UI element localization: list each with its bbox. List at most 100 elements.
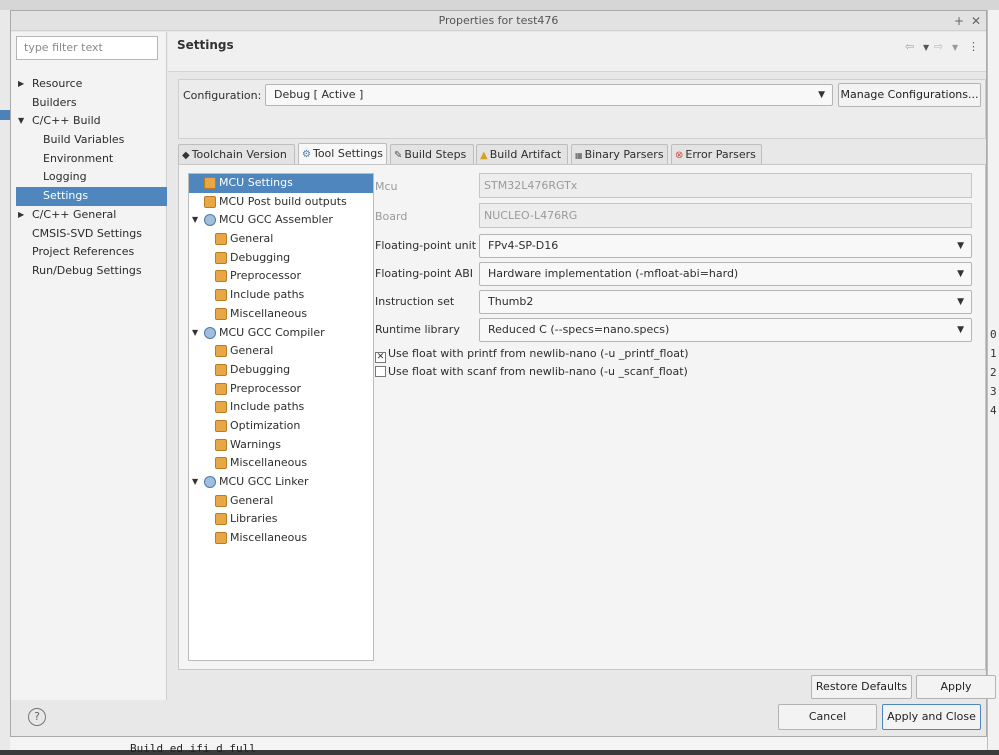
maximize-icon[interactable]: + — [954, 11, 964, 31]
tree-item[interactable]: MCU Post build outputs — [189, 193, 373, 212]
nav-item-cmsis-svd-settings[interactable]: CMSIS-SVD Settings — [11, 225, 167, 244]
back-menu-icon[interactable]: ▼ — [923, 43, 929, 52]
tab-build-artifact[interactable]: ▲ Build Artifact — [476, 144, 568, 164]
tree-item[interactable]: MCU Settings — [189, 174, 373, 193]
restore-defaults-button[interactable]: Restore Defaults — [811, 675, 912, 699]
chevron-down-icon: ▼ — [957, 325, 964, 335]
runtime-library-select[interactable]: Reduced C (--specs=nano.specs) ▼ — [479, 318, 972, 342]
scanf-float-checkbox[interactable] — [375, 366, 386, 377]
tab-binary-parsers[interactable]: ▦ Binary Parsers — [571, 144, 668, 164]
printf-float-option[interactable]: ✕ Use float with printf from newlib-nano … — [375, 347, 689, 363]
tree-item[interactable]: General — [189, 342, 373, 361]
printf-float-checkbox[interactable]: ✕ — [375, 352, 386, 363]
tree-item[interactable]: Include paths — [189, 286, 373, 305]
tree-item[interactable]: ▼ MCU GCC Assembler — [189, 211, 373, 230]
tree-item-label: Debugging — [230, 250, 291, 264]
cancel-button[interactable]: Cancel — [778, 704, 877, 730]
settings-page: Settings ⇦ ▼ ⇨ ▼ ⋮ Configuration: Debug … — [168, 32, 996, 700]
nav-item-c-c-general[interactable]: ▶ C/C++ General — [11, 206, 167, 225]
configuration-select[interactable]: Debug [ Active ] ▼ — [265, 84, 833, 106]
chevron-down-icon[interactable]: ▼ — [192, 324, 198, 343]
page-title: Settings — [177, 38, 234, 52]
forward-arrow-icon[interactable]: ⇨ — [934, 40, 943, 53]
tab-build-steps[interactable]: ✎ Build Steps — [390, 144, 474, 164]
nav-item-label: Run/Debug Settings — [32, 263, 142, 277]
float-abi-select[interactable]: Hardware implementation (-mfloat-abi=har… — [479, 262, 972, 286]
board-label: Board — [375, 210, 408, 223]
tree-item[interactable]: General — [189, 230, 373, 249]
tree-item[interactable]: ▼ MCU GCC Linker — [189, 473, 373, 492]
tree-item-label: Miscellaneous — [230, 531, 308, 545]
nav-item-project-references[interactable]: Project References — [11, 243, 167, 262]
back-arrow-icon[interactable]: ⇦ — [905, 40, 914, 53]
scanf-float-option[interactable]: Use float with scanf from newlib-nano (-… — [375, 365, 688, 378]
tab-error-parsers[interactable]: ⊗ Error Parsers — [671, 144, 762, 164]
tree-item-label: General — [230, 493, 274, 507]
chevron-right-icon[interactable]: ▶ — [18, 75, 24, 94]
options-page-icon — [215, 382, 227, 395]
property-page-list: ▶ Resource Builders ▼ C/C++ Build Build Varia… — [11, 75, 167, 281]
nav-item-label: Builders — [32, 95, 77, 109]
chevron-down-icon: ▼ — [818, 90, 825, 100]
options-page-icon — [215, 494, 227, 507]
tree-item[interactable]: Include paths — [189, 398, 373, 417]
nav-item-environment[interactable]: Environment — [11, 150, 167, 169]
tree-item[interactable]: Miscellaneous — [189, 305, 373, 324]
tool-icon — [204, 214, 216, 227]
manage-configurations-button[interactable]: Manage Configurations... — [838, 83, 981, 107]
chevron-down-icon[interactable]: ▼ — [192, 473, 198, 492]
nav-item-c-c-build[interactable]: ▼ C/C++ Build — [11, 112, 167, 131]
tree-item-label: Include paths — [230, 400, 305, 414]
tree-item-label: General — [230, 232, 274, 246]
runtime-library-label: Runtime library — [375, 323, 460, 336]
tree-item-label: General — [230, 344, 274, 358]
tab-toolchain-version[interactable]: ◆ Toolchain Version — [178, 144, 295, 164]
tree-item[interactable]: ▼ MCU GCC Compiler — [189, 324, 373, 343]
fpu-select[interactable]: FPv4-SP-D16 ▼ — [479, 234, 972, 258]
apply-button[interactable]: Apply — [916, 675, 996, 699]
nav-item-settings[interactable]: Settings — [16, 187, 167, 206]
build-steps-icon: ✎ — [394, 150, 403, 161]
chevron-right-icon[interactable]: ▶ — [18, 206, 24, 225]
tab-tool-settings[interactable]: ⚙ Tool Settings — [298, 143, 387, 165]
options-page-icon — [215, 345, 227, 358]
float-abi-label: Floating-point ABI — [375, 267, 474, 280]
options-page-icon — [215, 438, 227, 451]
tree-item[interactable]: Debugging — [189, 249, 373, 268]
options-page-icon — [204, 177, 216, 189]
tree-item[interactable]: Optimization — [189, 417, 373, 436]
nav-item-logging[interactable]: Logging — [11, 168, 167, 187]
tree-item[interactable]: Preprocessor — [189, 267, 373, 286]
page-header: Settings ⇦ ▼ ⇨ ▼ ⋮ — [168, 32, 986, 72]
tree-item[interactable]: Miscellaneous — [189, 454, 373, 473]
tree-item[interactable]: Miscellaneous — [189, 529, 373, 548]
tree-item[interactable]: Warnings — [189, 436, 373, 455]
chevron-down-icon[interactable]: ▼ — [18, 112, 24, 131]
tree-item[interactable]: Preprocessor — [189, 380, 373, 399]
help-icon[interactable]: ? — [28, 708, 46, 726]
instruction-set-value: Thumb2 — [488, 295, 534, 308]
close-icon[interactable]: ✕ — [971, 11, 981, 31]
instruction-set-select[interactable]: Thumb2 ▼ — [479, 290, 972, 314]
tree-item[interactable]: General — [189, 492, 373, 511]
dialog-button-bar: ? Cancel Apply and Close — [11, 700, 986, 736]
nav-item-build-variables[interactable]: Build Variables — [11, 131, 167, 150]
build-artifact-icon: ▲ — [480, 150, 488, 161]
tool-icon — [204, 326, 216, 339]
filter-input[interactable]: type filter text — [16, 36, 158, 60]
nav-item-label: Project References — [32, 245, 135, 259]
tree-item[interactable]: Debugging — [189, 361, 373, 380]
nav-item-resource[interactable]: ▶ Resource — [11, 75, 167, 94]
view-menu-icon[interactable]: ⋮ — [968, 40, 979, 53]
chevron-down-icon[interactable]: ▼ — [192, 211, 198, 230]
line-number: 3 — [990, 385, 997, 398]
tree-item[interactable]: Libraries — [189, 510, 373, 529]
apply-and-close-button[interactable]: Apply and Close — [882, 704, 981, 730]
options-page-icon — [215, 419, 227, 432]
nav-item-run-debug-settings[interactable]: Run/Debug Settings — [11, 262, 167, 281]
forward-menu-icon[interactable]: ▼ — [952, 43, 958, 52]
options-page-icon — [215, 251, 227, 264]
nav-item-builders[interactable]: Builders — [11, 94, 167, 113]
options-page-icon — [215, 363, 227, 376]
float-abi-value: Hardware implementation (-mfloat-abi=har… — [488, 267, 739, 280]
